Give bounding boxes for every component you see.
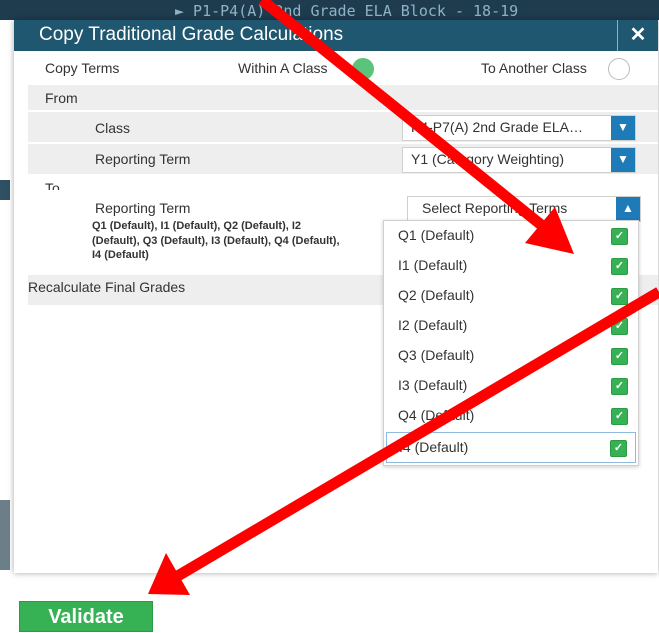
background-class-title: ► P1-P4(A) 2nd Grade ELA Block - 18-19 — [175, 2, 519, 20]
dropdown-option-q3[interactable]: Q3 (Default) ✓ — [384, 341, 638, 370]
option-label: I1 (Default) — [398, 257, 468, 273]
chevron-down-icon[interactable]: ▼ — [611, 148, 635, 172]
background-left-edge-lower — [0, 500, 10, 570]
from-label: From — [45, 90, 78, 106]
background-left-edge — [0, 180, 10, 200]
another-class-label[interactable]: To Another Class — [481, 60, 587, 76]
option-label: I3 (Default) — [398, 377, 468, 393]
dropdown-option-i4[interactable]: I4 (Default) ✓ — [386, 432, 636, 463]
to-section-header: To — [28, 178, 658, 190]
selected-terms-summary: Q1 (Default), I1 (Default), Q2 (Default)… — [92, 220, 340, 261]
dropdown-option-q2[interactable]: Q2 (Default) ✓ — [384, 281, 638, 310]
option-label: Q1 (Default) — [398, 227, 475, 243]
copy-terms-row: Copy Terms Within A Class To Another Cla… — [14, 51, 658, 85]
checkbox-checked-icon[interactable]: ✓ — [611, 318, 628, 335]
validate-button[interactable]: Validate — [19, 601, 153, 632]
option-label: Q4 (Default) — [398, 407, 475, 423]
another-class-radio[interactable] — [608, 58, 630, 80]
option-label: I2 (Default) — [398, 317, 468, 333]
within-class-radio[interactable] — [352, 58, 374, 80]
dropdown-option-i2[interactable]: I2 (Default) ✓ — [384, 311, 638, 340]
from-class-select[interactable]: P4-P7(A) 2nd Grade ELA… ▼ — [402, 115, 636, 141]
checkbox-checked-icon[interactable]: ✓ — [611, 378, 628, 395]
dialog-title-bar: Copy Traditional Grade Calculations ✕ — [14, 20, 658, 51]
dropdown-option-i1[interactable]: I1 (Default) ✓ — [384, 251, 638, 280]
chevron-down-icon[interactable]: ▼ — [611, 116, 635, 140]
within-class-label[interactable]: Within A Class — [238, 60, 327, 76]
copy-terms-label: Copy Terms — [45, 60, 120, 76]
to-term-placeholder: Select Reporting Terms — [422, 200, 568, 216]
to-label: To — [45, 180, 60, 190]
dropdown-option-i3[interactable]: I3 (Default) ✓ — [384, 371, 638, 400]
to-term-select[interactable]: Select Reporting Terms ▲ — [407, 196, 641, 222]
recalculate-label[interactable]: Recalculate Final Grades — [28, 279, 185, 295]
from-class-row: Class P4-P7(A) 2nd Grade ELA… ▼ — [28, 112, 658, 142]
option-label: I4 (Default) — [399, 439, 469, 455]
checkbox-checked-icon[interactable]: ✓ — [611, 288, 628, 305]
checkbox-checked-icon[interactable]: ✓ — [611, 258, 628, 275]
to-term-label: Reporting Term — [95, 200, 191, 216]
close-icon[interactable]: ✕ — [617, 20, 658, 51]
from-term-value: Y1 (Category Weighting) — [411, 151, 565, 167]
from-term-row: Reporting Term Y1 (Category Weighting) ▼ — [28, 144, 658, 174]
dropdown-option-q4[interactable]: Q4 (Default) ✓ — [384, 401, 638, 430]
reporting-terms-dropdown: Q1 (Default) ✓ I1 (Default) ✓ Q2 (Default)… — [383, 220, 639, 466]
dialog-title: Copy Traditional Grade Calculations — [39, 24, 344, 45]
option-label: Q3 (Default) — [398, 347, 475, 363]
checkbox-checked-icon[interactable]: ✓ — [611, 348, 628, 365]
dropdown-option-q1[interactable]: Q1 (Default) ✓ — [384, 221, 638, 250]
from-term-label: Reporting Term — [95, 151, 191, 167]
from-section-header: From — [28, 85, 658, 110]
from-class-label: Class — [95, 120, 131, 136]
checkbox-checked-icon[interactable]: ✓ — [611, 408, 628, 425]
checkbox-checked-icon[interactable]: ✓ — [611, 228, 628, 245]
option-label: Q2 (Default) — [398, 287, 475, 303]
from-class-value: P4-P7(A) 2nd Grade ELA… — [411, 119, 583, 135]
chevron-up-icon[interactable]: ▲ — [616, 197, 640, 221]
from-term-select[interactable]: Y1 (Category Weighting) ▼ — [402, 147, 636, 173]
checkbox-checked-icon[interactable]: ✓ — [610, 440, 627, 457]
